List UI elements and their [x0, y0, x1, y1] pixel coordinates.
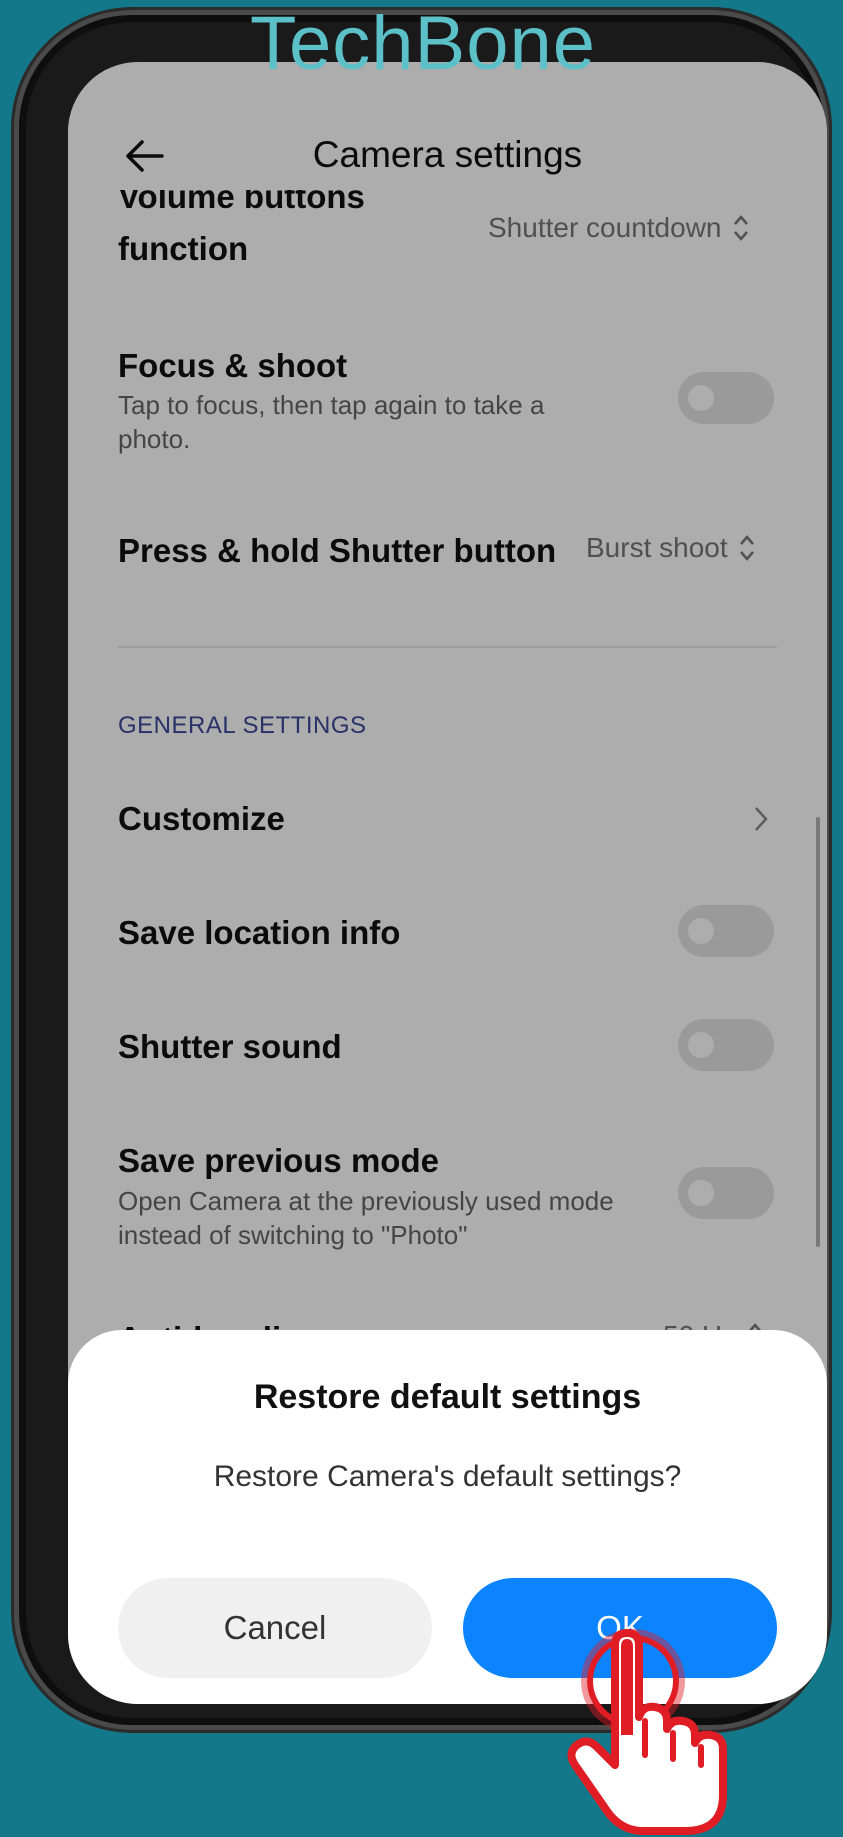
phone-screen: 13:59 100 Camera settings Volume buttons… — [68, 62, 827, 1704]
phone-frame: 13:59 100 Camera settings Volume buttons… — [14, 10, 829, 1730]
dialog-message: Restore Camera's default settings? — [213, 1460, 682, 1493]
watermark-logo: TechBone — [250, 1, 597, 86]
dialog-title: Restore default settings — [253, 1378, 642, 1416]
cancel-button[interactable]: Cancel — [118, 1578, 432, 1678]
hand-pointer-icon — [567, 1629, 727, 1835]
